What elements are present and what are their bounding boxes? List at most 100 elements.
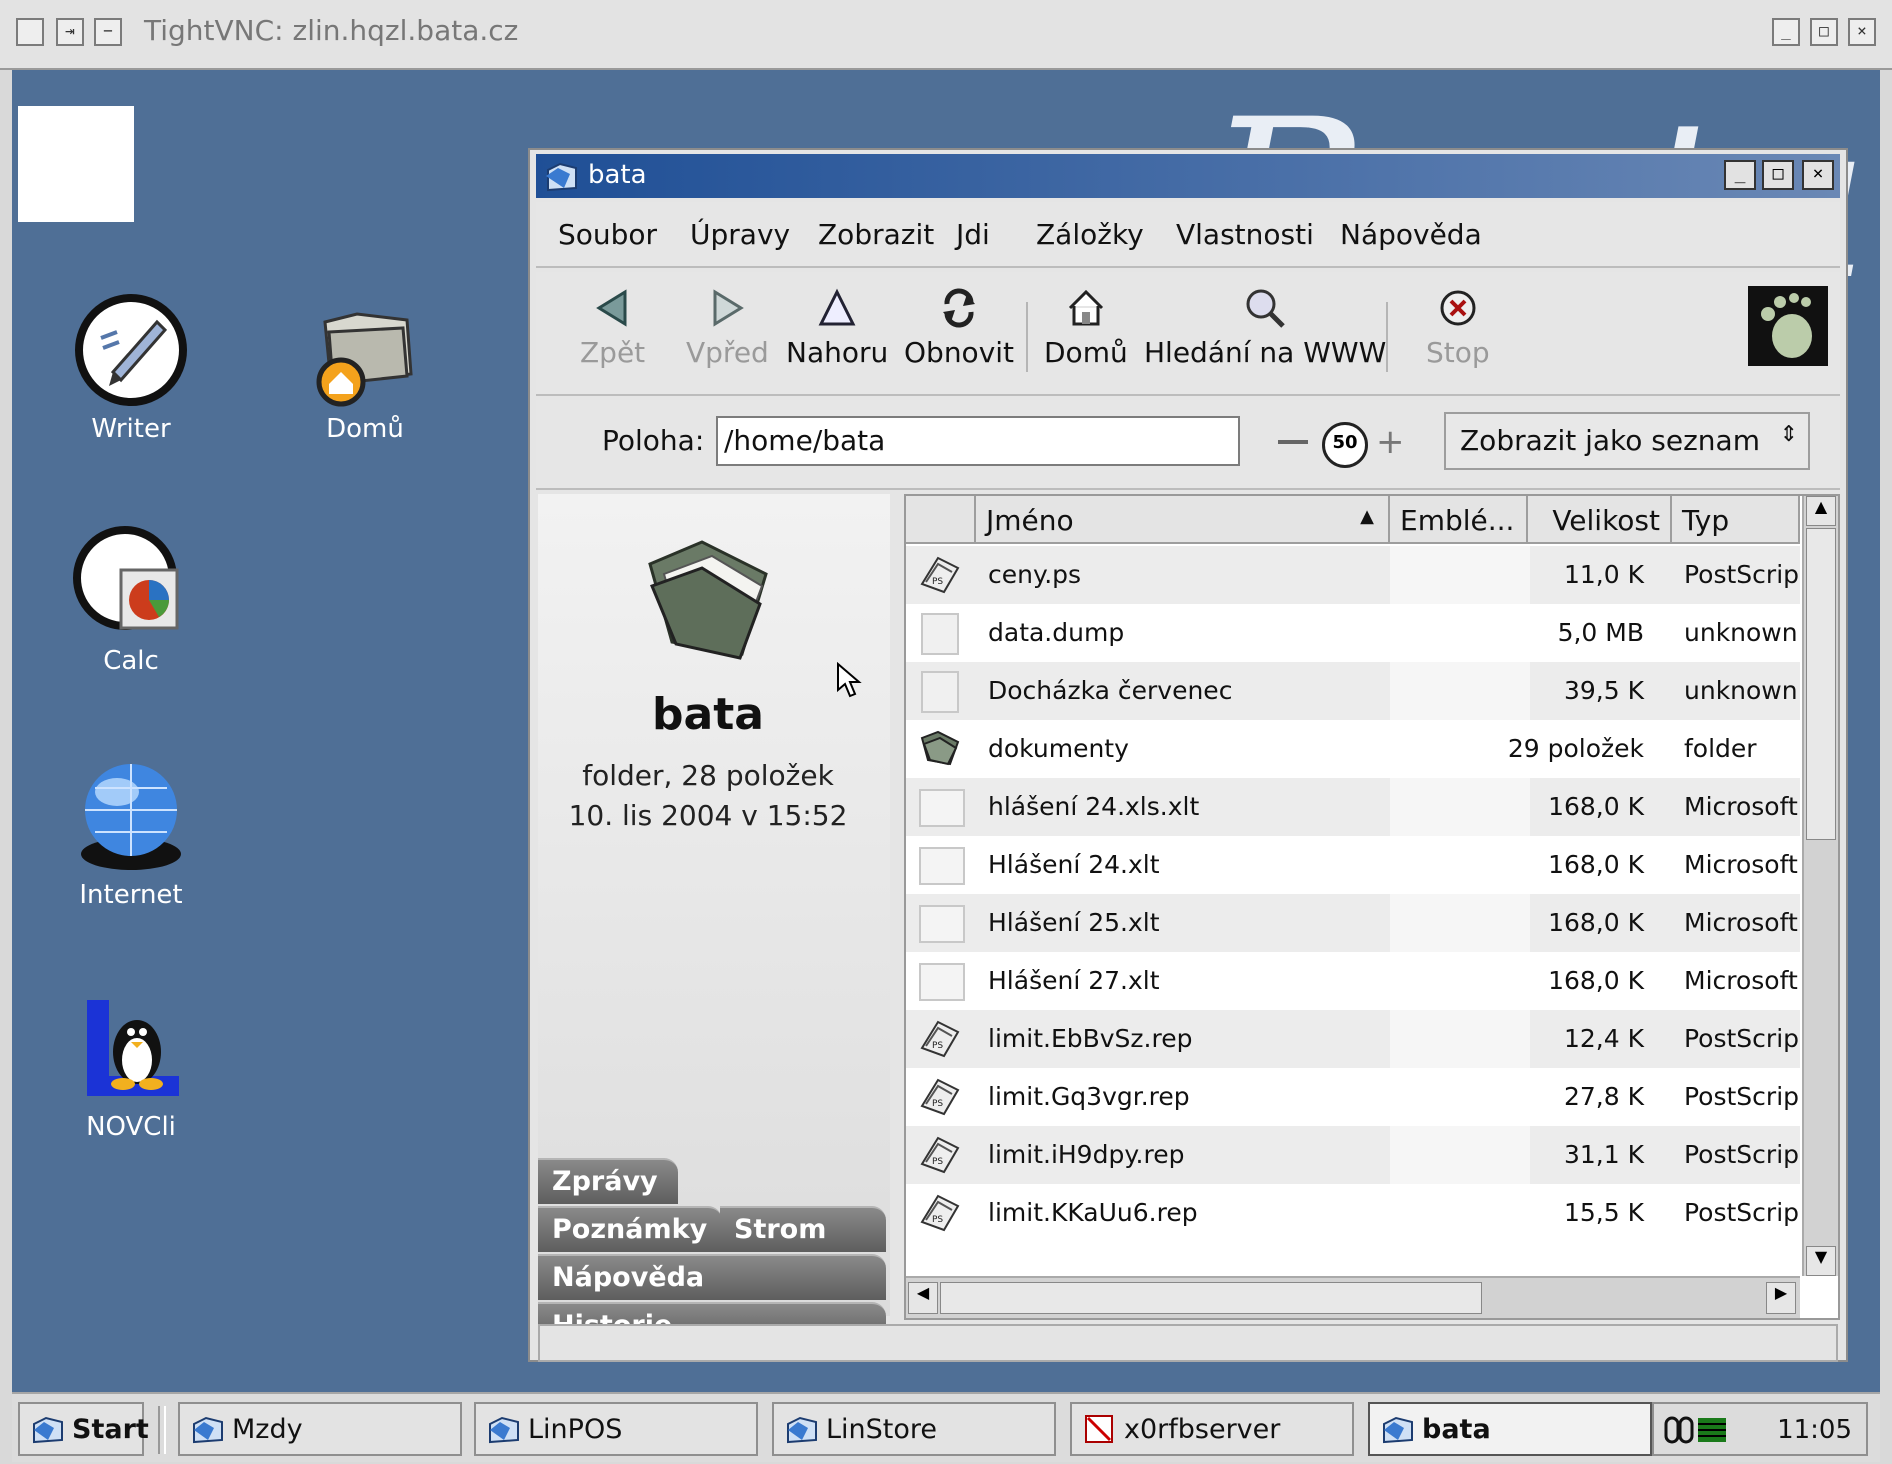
home-button[interactable]: Domů bbox=[1044, 286, 1128, 369]
emblem-cell bbox=[1390, 1010, 1530, 1068]
taskbar-task[interactable]: x0rfbserver bbox=[1070, 1402, 1354, 1456]
vertical-scrollbar[interactable]: ▲ ▼ bbox=[1802, 496, 1838, 1276]
desktop-icon-label: Domů bbox=[326, 414, 404, 444]
desktop-icon-internet[interactable]: Internet bbox=[36, 758, 226, 910]
file-type: Microsoft bbox=[1684, 792, 1798, 821]
scroll-right-arrow-icon[interactable]: ▶ bbox=[1766, 1282, 1796, 1314]
file-name: limit.iH9dpy.rep bbox=[988, 1140, 1185, 1169]
menu-zalozky[interactable]: Záložky bbox=[1036, 218, 1144, 251]
back-button[interactable]: Zpět bbox=[580, 286, 645, 369]
vertical-scroll-thumb[interactable] bbox=[1806, 528, 1836, 840]
file-row[interactable]: data.dump 5,0 MB unknown t bbox=[906, 604, 1800, 662]
view-mode-select[interactable]: Zobrazit jako seznam ⇕ bbox=[1444, 412, 1810, 470]
postscript-icon: PS bbox=[918, 1192, 962, 1236]
tab-zpravy[interactable]: Zprávy bbox=[538, 1158, 678, 1204]
file-name: limit.KKaUu6.rep bbox=[988, 1198, 1198, 1227]
file-name: ceny.ps bbox=[988, 560, 1082, 589]
spinner-arrows-icon: ⇕ bbox=[1779, 422, 1798, 447]
window-menu-button[interactable] bbox=[16, 18, 44, 46]
web-search-button[interactable]: Hledání na WWW bbox=[1144, 286, 1386, 369]
tab-strom[interactable]: Strom bbox=[720, 1206, 886, 1252]
file-type: folder bbox=[1684, 734, 1757, 763]
column-header-size[interactable]: Velikost bbox=[1528, 496, 1672, 544]
taskbar-task[interactable]: LinStore bbox=[772, 1402, 1056, 1456]
file-icon bbox=[918, 612, 962, 660]
stop-button[interactable]: Stop bbox=[1426, 286, 1490, 369]
magnifier-icon bbox=[1246, 289, 1285, 328]
reload-button[interactable]: Obnovit bbox=[904, 286, 1014, 369]
scroll-up-arrow-icon[interactable]: ▲ bbox=[1806, 496, 1836, 526]
tab-napoveda[interactable]: Nápověda bbox=[538, 1254, 886, 1300]
tray-clock-area: 11:05 bbox=[1652, 1402, 1868, 1456]
minimize-button[interactable]: _ bbox=[1724, 160, 1756, 190]
iconify-button[interactable]: − bbox=[94, 18, 122, 46]
zoom-in-icon[interactable]: + bbox=[1376, 422, 1405, 462]
zoom-level[interactable]: 50 bbox=[1322, 422, 1368, 468]
scroll-down-arrow-icon[interactable]: ▼ bbox=[1806, 1246, 1836, 1276]
file-row[interactable]: dokumenty 29 položek folder bbox=[906, 720, 1800, 778]
file-row[interactable]: Hlášení 27.xlt 168,0 K Microsoft bbox=[906, 952, 1800, 1010]
desktop-icon-home[interactable]: Domů bbox=[270, 292, 460, 444]
emblem-cell bbox=[1390, 836, 1530, 894]
file-row[interactable]: Docházka červenec 39,5 K unknown t bbox=[906, 662, 1800, 720]
column-header-type[interactable]: Typ bbox=[1672, 496, 1800, 544]
folder-icon bbox=[918, 728, 962, 772]
start-button[interactable]: Start bbox=[18, 1402, 149, 1456]
up-button[interactable]: Nahoru bbox=[786, 286, 888, 369]
horizontal-scroll-thumb[interactable] bbox=[940, 1282, 1482, 1314]
home-label: Domů bbox=[1044, 336, 1128, 369]
shade-button[interactable]: ⇥ bbox=[56, 18, 84, 46]
window-titlebar[interactable]: bata _ □ × bbox=[536, 154, 1840, 198]
menu-soubor[interactable]: Soubor bbox=[558, 218, 657, 251]
vnc-maximize-button[interactable]: □ bbox=[1810, 18, 1838, 46]
location-input[interactable]: /home/bata bbox=[716, 416, 1240, 466]
taskbar-task[interactable]: Mzdy bbox=[178, 1402, 462, 1456]
file-row[interactable]: PS limit.iH9dpy.rep 31,1 K PostScript bbox=[906, 1126, 1800, 1184]
taskbar-task[interactable]: LinPOS bbox=[474, 1402, 758, 1456]
svg-text:PS: PS bbox=[932, 1215, 943, 1225]
menu-jdi[interactable]: Jdi bbox=[956, 218, 990, 251]
file-row[interactable]: Hlášení 25.xlt 168,0 K Microsoft bbox=[906, 894, 1800, 952]
column-header-emblems[interactable]: Emblé... bbox=[1390, 496, 1528, 544]
globe-icon bbox=[81, 764, 181, 870]
file-row[interactable]: PS ceny.ps 11,0 K PostScript bbox=[906, 546, 1800, 604]
maximize-button[interactable]: □ bbox=[1762, 160, 1794, 190]
vnc-close-button[interactable]: × bbox=[1848, 18, 1876, 46]
file-type: Microsoft bbox=[1684, 966, 1798, 995]
file-type: unknown t bbox=[1684, 676, 1798, 705]
scroll-left-arrow-icon[interactable]: ◀ bbox=[908, 1282, 938, 1314]
file-row[interactable]: hlášení 24.xls.xlt 168,0 K Microsoft bbox=[906, 778, 1800, 836]
gnome-foot-icon bbox=[1748, 286, 1828, 366]
menu-vlastnosti[interactable]: Vlastnosti bbox=[1176, 218, 1314, 251]
folder-summary: folder, 28 položek bbox=[582, 759, 834, 792]
file-manager-window: bata _ □ × Soubor Úpravy Zobrazit Jdi Zá… bbox=[528, 148, 1848, 1362]
file-size: 168,0 K bbox=[1548, 850, 1644, 879]
close-button[interactable]: × bbox=[1802, 160, 1834, 190]
folder-icon bbox=[488, 1414, 520, 1451]
clock-time[interactable]: 11:05 bbox=[1777, 1415, 1852, 1445]
icon-column-header[interactable] bbox=[906, 496, 976, 544]
file-type: Microsoft bbox=[1684, 908, 1798, 937]
sort-ascending-icon: ▲ bbox=[1360, 506, 1374, 527]
tab-poznamky[interactable]: Poznámky bbox=[538, 1206, 722, 1252]
taskbar-task[interactable]: bata bbox=[1368, 1402, 1652, 1456]
file-row[interactable]: Hlášení 24.xlt 168,0 K Microsoft bbox=[906, 836, 1800, 894]
forward-button[interactable]: Vpřed bbox=[686, 286, 769, 369]
file-row[interactable]: PS limit.EbBvSz.rep 12,4 K PostScript bbox=[906, 1010, 1800, 1068]
desktop-icon-calc[interactable]: Calc bbox=[36, 524, 226, 676]
menu-zobrazit[interactable]: Zobrazit bbox=[818, 218, 934, 251]
postscript-icon: PS bbox=[918, 1018, 962, 1062]
menu-napoveda[interactable]: Nápověda bbox=[1340, 218, 1482, 251]
column-header-name[interactable]: Jméno ▲ bbox=[976, 496, 1390, 544]
file-row[interactable]: PS limit.KKaUu6.rep 15,5 K PostScript bbox=[906, 1184, 1800, 1242]
zoom-out-icon[interactable] bbox=[1278, 440, 1308, 444]
desktop-icon-writer[interactable]: Writer bbox=[36, 292, 226, 444]
vnc-minimize-button[interactable]: _ bbox=[1772, 18, 1800, 46]
file-type: Microsoft bbox=[1684, 850, 1798, 879]
file-row[interactable]: PS limit.Gq3vgr.rep 27,8 K PostScript bbox=[906, 1068, 1800, 1126]
stop-label: Stop bbox=[1426, 336, 1490, 369]
menu-upravy[interactable]: Úpravy bbox=[690, 218, 790, 251]
horizontal-scrollbar[interactable]: ◀ ▶ bbox=[906, 1276, 1800, 1318]
postscript-icon: PS bbox=[918, 554, 962, 598]
desktop-icon-novcli[interactable]: NOVCli bbox=[36, 990, 226, 1142]
